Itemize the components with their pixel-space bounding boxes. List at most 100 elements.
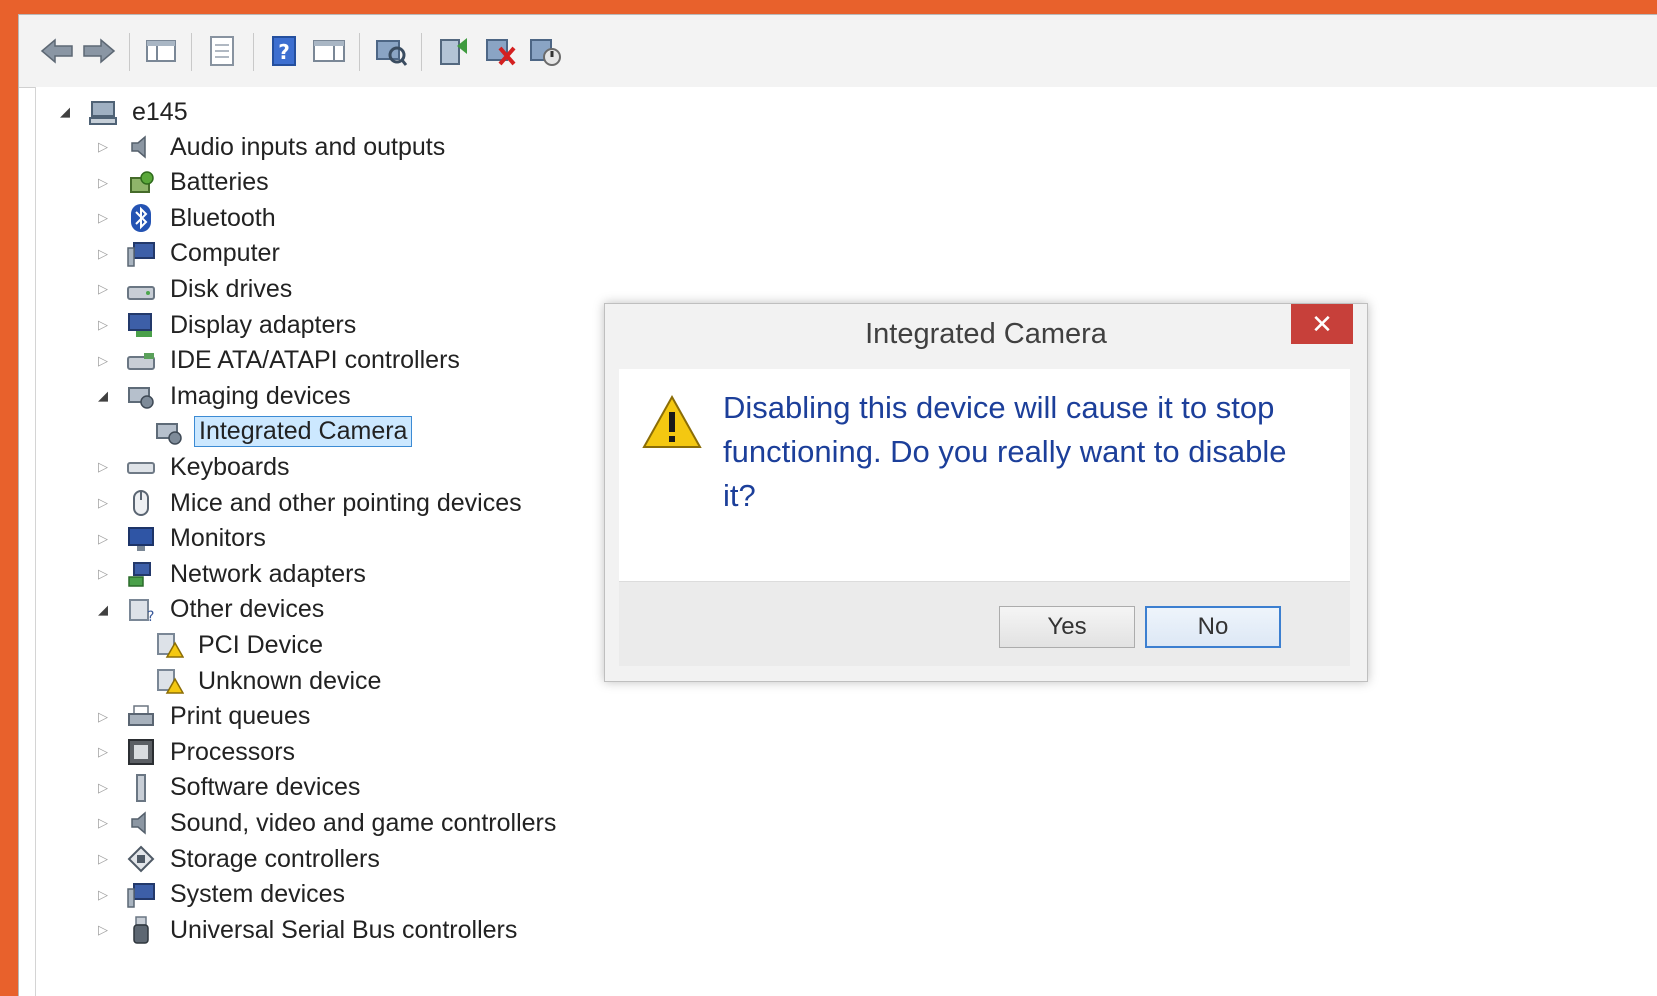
- tree-category[interactable]: ▷ Network adapters: [92, 556, 370, 592]
- yes-button[interactable]: Yes: [999, 606, 1135, 648]
- disable-device-icon[interactable]: [527, 33, 563, 69]
- tree-item-label: Imaging devices: [170, 381, 351, 410]
- tree-category[interactable]: ▷ Batteries: [92, 165, 273, 201]
- battery-icon: [126, 168, 156, 198]
- imaging-device-icon: [126, 381, 156, 411]
- tree-item-label: Audio inputs and outputs: [170, 132, 446, 161]
- expand-arrow-icon[interactable]: ▷: [92, 744, 114, 760]
- no-button[interactable]: No: [1145, 606, 1281, 648]
- forward-arrow-icon[interactable]: [81, 33, 117, 69]
- tree-category[interactable]: ▷ Universal Serial Bus controllers: [92, 912, 521, 948]
- expand-arrow-icon[interactable]: ▷: [92, 353, 114, 369]
- tree-category[interactable]: ▷ Sound, video and game controllers: [92, 805, 560, 841]
- scan-hardware-changes-icon[interactable]: [373, 33, 409, 69]
- tree-item-label: Unknown device: [198, 666, 382, 695]
- show-hide-action-pane-icon[interactable]: [311, 33, 347, 69]
- tree-category[interactable]: ▷ Disk drives: [92, 271, 296, 307]
- tree-subitem[interactable]: Integrated Camera: [154, 414, 413, 450]
- collapse-arrow-icon[interactable]: ◢: [92, 388, 114, 404]
- expand-arrow-icon[interactable]: ▷: [92, 566, 114, 582]
- expand-arrow-icon[interactable]: ▷: [92, 780, 114, 796]
- tree-category[interactable]: ▷ Storage controllers: [92, 841, 384, 877]
- tree-category[interactable]: ▷ Print queues: [92, 699, 314, 735]
- tree-category[interactable]: ◢ Imaging devices: [92, 378, 355, 414]
- tree-item-label: Batteries: [170, 168, 269, 197]
- network-adapter-icon: [126, 559, 156, 589]
- tree-root[interactable]: ◢ e145: [54, 94, 192, 130]
- toolbar: ?: [19, 15, 1657, 88]
- computer-root-icon: [88, 97, 118, 127]
- expand-arrow-icon[interactable]: ▷: [92, 709, 114, 725]
- properties-icon[interactable]: [204, 33, 240, 69]
- disable-device-dialog: Integrated Camera ✕ Disabling this devic…: [604, 303, 1368, 682]
- collapse-arrow-icon[interactable]: ◢: [54, 104, 76, 120]
- tree-subitem[interactable]: Unknown device: [154, 663, 385, 699]
- tree-category[interactable]: ▷ Mice and other pointing devices: [92, 485, 526, 521]
- tree-category[interactable]: ▷ Audio inputs and outputs: [92, 129, 449, 165]
- expand-arrow-icon[interactable]: ▷: [92, 175, 114, 191]
- tree-item-label: IDE ATA/ATAPI controllers: [170, 346, 460, 375]
- tree-subitem[interactable]: PCI Device: [154, 627, 327, 663]
- dialog-footer: Yes No: [619, 581, 1350, 666]
- tree-item-label: Disk drives: [170, 274, 293, 303]
- expand-arrow-icon[interactable]: ▷: [92, 495, 114, 511]
- usb-icon: [126, 915, 156, 945]
- tree-item-label: Processors: [170, 737, 296, 766]
- expand-arrow-icon[interactable]: ▷: [92, 246, 114, 262]
- svg-text:?: ?: [278, 40, 290, 64]
- tree-item-label: Print queues: [170, 702, 311, 731]
- tree-item-label: Bluetooth: [170, 203, 276, 232]
- tree-item-label: Computer: [170, 239, 280, 268]
- back-arrow-icon[interactable]: [39, 33, 75, 69]
- unknown-device-warning-icon: [154, 630, 184, 660]
- tree-category[interactable]: ▷ System devices: [92, 877, 349, 913]
- expand-arrow-icon[interactable]: ▷: [92, 281, 114, 297]
- expand-arrow-icon[interactable]: ▷: [92, 815, 114, 831]
- tree-category[interactable]: ▷ Bluetooth: [92, 200, 280, 236]
- expand-arrow-icon[interactable]: ▷: [92, 922, 114, 938]
- tree-item-label: Network adapters: [170, 559, 366, 588]
- expand-arrow-icon[interactable]: ▷: [92, 317, 114, 333]
- dialog-title: Integrated Camera: [865, 318, 1107, 350]
- collapse-arrow-icon[interactable]: ◢: [92, 602, 114, 618]
- expand-arrow-icon[interactable]: ▷: [92, 459, 114, 475]
- tree-category[interactable]: ▷ IDE ATA/ATAPI controllers: [92, 343, 464, 379]
- update-driver-icon[interactable]: [435, 33, 471, 69]
- ide-controller-icon: [126, 346, 156, 376]
- expand-arrow-icon[interactable]: ▷: [92, 210, 114, 226]
- expand-arrow-icon[interactable]: ▷: [92, 887, 114, 903]
- tree-item-label: System devices: [170, 880, 346, 909]
- unknown-device-warning-icon: [154, 666, 184, 696]
- help-icon[interactable]: ?: [266, 33, 302, 69]
- tree-category[interactable]: ▷ Display adapters: [92, 307, 360, 343]
- other-devices-icon: ?: [126, 595, 156, 625]
- tree-category[interactable]: ◢? Other devices: [92, 592, 328, 628]
- tree-category[interactable]: ▷ Monitors: [92, 521, 270, 557]
- dialog-message: Disabling this device will cause it to s…: [723, 390, 1287, 513]
- tree-category[interactable]: ▷ Keyboards: [92, 449, 294, 485]
- tree-item-label: Display adapters: [170, 310, 357, 339]
- tree-item-label: Sound, video and game controllers: [170, 808, 557, 837]
- warning-icon: [641, 394, 703, 455]
- disk-drive-icon: [126, 274, 156, 304]
- tree-item-label: Keyboards: [170, 452, 290, 481]
- expand-arrow-icon[interactable]: ▷: [92, 531, 114, 547]
- monitor-icon: [126, 524, 156, 554]
- speaker-icon: [126, 132, 156, 162]
- storage-controller-icon: [126, 844, 156, 874]
- close-button[interactable]: ✕: [1291, 304, 1353, 344]
- tree-category[interactable]: ▷ Computer: [92, 236, 284, 272]
- camera-icon: [154, 417, 184, 447]
- tree-category[interactable]: ▷ Processors: [92, 734, 299, 770]
- show-hide-console-tree-icon[interactable]: [143, 33, 179, 69]
- processor-icon: [126, 737, 156, 767]
- system-device-icon: [126, 880, 156, 910]
- tree-item-label: Monitors: [170, 524, 266, 553]
- sound-controller-icon: [126, 808, 156, 838]
- expand-arrow-icon[interactable]: ▷: [92, 851, 114, 867]
- expand-arrow-icon[interactable]: ▷: [92, 139, 114, 155]
- tree-root-label: e145: [132, 97, 188, 126]
- tree-item-label: Other devices: [170, 595, 325, 624]
- uninstall-device-icon[interactable]: [483, 33, 519, 69]
- tree-category[interactable]: ▷ Software devices: [92, 770, 364, 806]
